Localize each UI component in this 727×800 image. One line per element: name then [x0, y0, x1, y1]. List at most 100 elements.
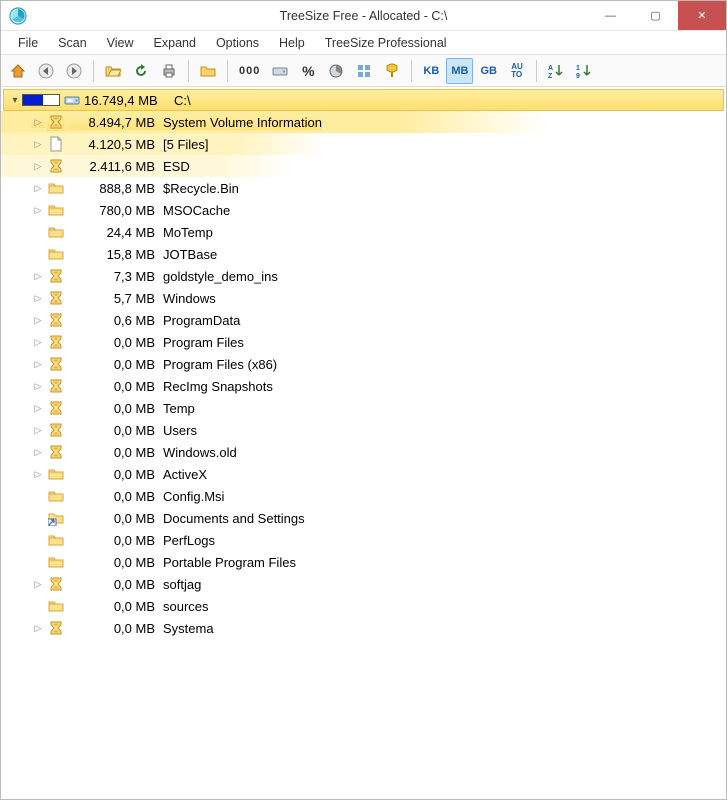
expand-icon[interactable]: ▷ — [31, 469, 45, 480]
tree-row[interactable]: 24,4 MBMoTemp — [1, 221, 726, 243]
tree-row[interactable]: ▷0,6 MBProgramData — [1, 309, 726, 331]
mb-unit-button[interactable]: MB — [446, 58, 473, 84]
open-folder-button[interactable] — [100, 58, 126, 84]
refresh-button[interactable] — [128, 58, 154, 84]
explorer-button[interactable] — [195, 58, 221, 84]
item-name: Program Files — [163, 335, 244, 350]
expand-icon[interactable]: ▷ — [31, 425, 45, 436]
tree-row[interactable]: ▷0,0 MBProgram Files (x86) — [1, 353, 726, 375]
forward-button[interactable] — [61, 58, 87, 84]
close-button[interactable]: ✕ — [678, 1, 726, 30]
expand-icon[interactable]: ▷ — [31, 315, 45, 326]
expand-icon[interactable]: ▷ — [31, 117, 45, 128]
expand-icon[interactable]: ▷ — [31, 403, 45, 414]
item-name: goldstyle_demo_ins — [163, 269, 278, 284]
tree-row[interactable]: ▷0,0 MBUsers — [1, 419, 726, 441]
auto-unit-button[interactable]: AU TO — [504, 58, 530, 84]
folder-icon — [47, 597, 65, 615]
tree-row[interactable]: ▷0,0 MBProgram Files — [1, 331, 726, 353]
expand-icon[interactable]: ▷ — [31, 381, 45, 392]
item-size: 0,0 MB — [69, 467, 163, 482]
item-size: 0,0 MB — [69, 445, 163, 460]
item-size: 0,0 MB — [69, 489, 163, 504]
expand-icon[interactable]: ▷ — [31, 161, 45, 172]
expand-icon[interactable]: ▷ — [31, 447, 45, 458]
tree-row[interactable]: ▷2.411,6 MBESD — [1, 155, 726, 177]
count-mode-button[interactable]: 000 — [234, 58, 265, 84]
item-name: System Volume Information — [163, 115, 322, 130]
filter-button[interactable] — [379, 58, 405, 84]
tree-row[interactable]: ▷0,0 MBsoftjag — [1, 573, 726, 595]
menu-file[interactable]: File — [9, 33, 47, 53]
tree-row[interactable]: ▷0,0 MBRecImg Snapshots — [1, 375, 726, 397]
item-name: PerfLogs — [163, 533, 215, 548]
menu-expand[interactable]: Expand — [145, 33, 205, 53]
chart-button[interactable] — [323, 58, 349, 84]
menu-help[interactable]: Help — [270, 33, 314, 53]
toolbar-separator — [188, 60, 189, 82]
tree-row[interactable]: ▷0,0 MBSystema — [1, 617, 726, 639]
toolbar: 000 % KB MB GB AU TO AZ 19 — [1, 55, 726, 87]
expand-icon[interactable]: ▷ — [31, 359, 45, 370]
tree-row[interactable]: 0,0 MBPerfLogs — [1, 529, 726, 551]
expand-icon[interactable]: ▷ — [31, 271, 45, 282]
item-name: MSOCache — [163, 203, 230, 218]
tree-row[interactable]: ▷ 7,3 MBgoldstyle_demo_ins — [1, 265, 726, 287]
maximize-button[interactable]: ▢ — [633, 1, 678, 30]
home-button[interactable] — [5, 58, 31, 84]
hourglass-icon — [47, 443, 65, 461]
expand-icon[interactable]: ▷ — [31, 205, 45, 216]
svg-text:9: 9 — [576, 73, 580, 80]
tree-row[interactable]: ▷8.494,7 MBSystem Volume Information — [1, 111, 726, 133]
menu-view[interactable]: View — [98, 33, 143, 53]
tree-view[interactable]: ▾ 16.749,4 MB C:\ ▷8.494,7 MBSystem Volu… — [1, 87, 726, 799]
tree-row[interactable]: 0,0 MBsources — [1, 595, 726, 617]
expand-icon[interactable]: ▷ — [31, 183, 45, 194]
file-icon — [47, 135, 65, 153]
gb-unit-button[interactable]: GB — [475, 58, 502, 84]
item-name: ActiveX — [163, 467, 207, 482]
tree-row[interactable]: ▷0,0 MBTemp — [1, 397, 726, 419]
expand-icon[interactable]: ▷ — [31, 139, 45, 150]
item-size: 15,8 MB — [69, 247, 163, 262]
item-size: 0,0 MB — [69, 379, 163, 394]
sort-numeric-button[interactable]: 19 — [571, 58, 597, 84]
tree-row[interactable]: 0,0 MBDocuments and Settings — [1, 507, 726, 529]
menu-scan[interactable]: Scan — [49, 33, 96, 53]
hourglass-icon — [47, 399, 65, 417]
tree-row[interactable]: ▷4.120,5 MB[5 Files] — [1, 133, 726, 155]
expand-icon[interactable]: ▷ — [31, 579, 45, 590]
menu-treesize-professional[interactable]: TreeSize Professional — [316, 33, 456, 53]
disk-button[interactable] — [267, 58, 293, 84]
expand-icon[interactable]: ▷ — [31, 337, 45, 348]
item-name: Windows.old — [163, 445, 237, 460]
tree-row[interactable]: ▷ 0,0 MBActiveX — [1, 463, 726, 485]
folder-icon — [47, 179, 65, 197]
item-size: 2.411,6 MB — [69, 159, 163, 174]
shortcut-icon — [47, 509, 65, 527]
tree-row[interactable]: ▷5,7 MBWindows — [1, 287, 726, 309]
percent-mode-button[interactable]: % — [295, 58, 321, 84]
item-size: 7,3 MB — [69, 269, 163, 284]
details-button[interactable] — [351, 58, 377, 84]
tree-row[interactable]: 15,8 MBJOTBase — [1, 243, 726, 265]
collapse-icon[interactable]: ▾ — [8, 95, 22, 106]
menu-options[interactable]: Options — [207, 33, 268, 53]
print-button[interactable] — [156, 58, 182, 84]
back-button[interactable] — [33, 58, 59, 84]
expand-icon[interactable]: ▷ — [31, 293, 45, 304]
minimize-button[interactable]: — — [588, 1, 633, 30]
tree-row[interactable]: ▷780,0 MBMSOCache — [1, 199, 726, 221]
tree-row[interactable]: ▷ 0,0 MBWindows.old — [1, 441, 726, 463]
sort-alpha-button[interactable]: AZ — [543, 58, 569, 84]
tree-row[interactable]: 0,0 MBConfig.Msi — [1, 485, 726, 507]
tree-row[interactable]: ▷888,8 MB$Recycle.Bin — [1, 177, 726, 199]
kb-unit-button[interactable]: KB — [418, 58, 444, 84]
tree-root-row[interactable]: ▾ 16.749,4 MB C:\ — [3, 89, 724, 111]
hourglass-icon — [47, 377, 65, 395]
toolbar-separator — [227, 60, 228, 82]
item-size: 0,0 MB — [69, 401, 163, 416]
tree-row[interactable]: 0,0 MBPortable Program Files — [1, 551, 726, 573]
item-size: 0,0 MB — [69, 577, 163, 592]
expand-icon[interactable]: ▷ — [31, 623, 45, 634]
